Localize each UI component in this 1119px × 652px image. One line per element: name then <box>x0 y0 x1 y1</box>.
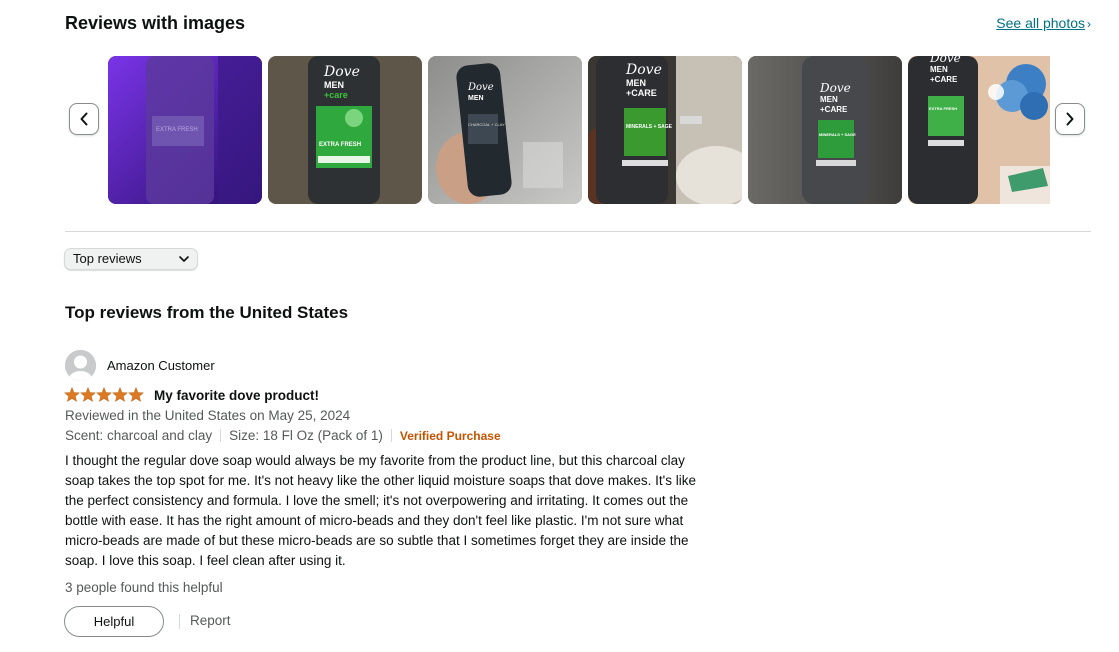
review-body-line: soap takes the top spot for me. It's not… <box>65 473 696 488</box>
svg-text:Dove: Dove <box>467 82 494 93</box>
star-icon <box>112 387 128 402</box>
helpful-button[interactable]: Helpful <box>64 606 164 637</box>
action-divider <box>179 614 180 629</box>
see-all-photos-label: See all photos <box>996 15 1085 31</box>
svg-text:MEN: MEN <box>468 95 484 102</box>
size-attribute[interactable]: Size: 18 Fl Oz (Pack of 1) <box>229 428 383 443</box>
chevron-right-icon: › <box>1087 17 1091 31</box>
reviews-with-images-title: Reviews with images <box>65 13 246 33</box>
verified-purchase-badge: Verified Purchase <box>399 429 501 443</box>
star-icon <box>64 387 80 402</box>
see-all-photos-link[interactable]: See all photos › <box>996 15 1091 31</box>
review-image-thumbnail[interactable]: Dove MEN +care EXTRA FRESH <box>268 56 422 204</box>
review-image-carousel: EXTRA FRESH Dove MEN +care EXTRA FRESH D… <box>108 56 1050 204</box>
report-link[interactable]: Report <box>190 613 231 628</box>
attribute-divider <box>390 429 392 442</box>
review-image-thumbnail[interactable]: Dove MEN +CARE MINERALS + SAGE <box>748 56 902 204</box>
sort-reviews-dropdown[interactable]: Top reviews <box>64 248 198 270</box>
svg-text:MEN: MEN <box>324 80 344 90</box>
reviewer-name[interactable]: Amazon Customer <box>107 358 215 373</box>
sort-selected-value: Top reviews <box>73 251 142 266</box>
review-body-line: micro-beads are made of but these micro-… <box>65 533 689 548</box>
star-icon <box>80 387 96 402</box>
review-image-thumbnail[interactable]: EXTRA FRESH <box>108 56 262 204</box>
helpful-count: 3 people found this helpful <box>65 580 223 595</box>
svg-text:MEN: MEN <box>626 78 646 88</box>
svg-text:MINERALS + SAGE: MINERALS + SAGE <box>819 132 856 137</box>
svg-text:CHARCOAL + CLAY: CHARCOAL + CLAY <box>468 122 505 127</box>
svg-text:MEN: MEN <box>820 95 838 104</box>
carousel-next-button[interactable] <box>1055 103 1085 135</box>
svg-text:+CARE: +CARE <box>930 75 958 84</box>
attribute-divider <box>220 429 222 442</box>
default-user-icon <box>65 350 96 381</box>
svg-text:Dove: Dove <box>323 64 360 80</box>
svg-text:Dove: Dove <box>625 62 662 78</box>
svg-text:MEN: MEN <box>930 65 948 74</box>
svg-text:+CARE: +CARE <box>626 88 657 98</box>
svg-text:MINERALS + SAGE: MINERALS + SAGE <box>626 124 673 130</box>
carousel-prev-button[interactable] <box>69 103 99 135</box>
section-divider <box>65 231 1091 232</box>
star-rating[interactable] <box>64 387 144 402</box>
chevron-right-icon <box>1066 112 1074 126</box>
review-body-line: soap. I love this soap. I feel clean aft… <box>65 553 346 568</box>
avatar[interactable] <box>65 350 96 381</box>
review-image-thumbnail[interactable]: Dove MEN +CARE EXTRA FRESH <box>908 56 1050 204</box>
scent-attribute[interactable]: Scent: charcoal and clay <box>65 428 212 443</box>
chevron-down-icon <box>179 256 189 262</box>
svg-text:+care: +care <box>324 90 348 100</box>
review-image-thumbnail[interactable]: Dove MEN CHARCOAL + CLAY <box>428 56 582 204</box>
svg-text:Dove: Dove <box>929 56 961 65</box>
star-icon <box>96 387 112 402</box>
svg-text:EXTRA FRESH: EXTRA FRESH <box>929 106 957 111</box>
review-body: I thought the regular dove soap would al… <box>65 451 745 571</box>
star-icon <box>128 387 144 402</box>
svg-text:EXTRA FRESH: EXTRA FRESH <box>156 127 198 133</box>
review-image-thumbnail[interactable]: Dove MEN +CARE MINERALS + SAGE <box>588 56 742 204</box>
review-date: Reviewed in the United States on May 25,… <box>65 408 351 423</box>
svg-text:+CARE: +CARE <box>820 105 848 114</box>
svg-text:EXTRA FRESH: EXTRA FRESH <box>319 142 361 148</box>
review-body-line: bottle with ease. It has the right amoun… <box>65 513 684 528</box>
review-body-line: the perfect consistency and formula. I l… <box>65 493 689 508</box>
top-reviews-title: Top reviews from the United States <box>65 303 349 322</box>
review-attributes: Scent: charcoal and clay Size: 18 Fl Oz (… <box>65 428 501 443</box>
chevron-left-icon <box>80 112 88 126</box>
review-title[interactable]: My favorite dove product! <box>154 388 319 403</box>
review-body-line: I thought the regular dove soap would al… <box>65 453 685 468</box>
svg-text:Dove: Dove <box>819 81 851 95</box>
